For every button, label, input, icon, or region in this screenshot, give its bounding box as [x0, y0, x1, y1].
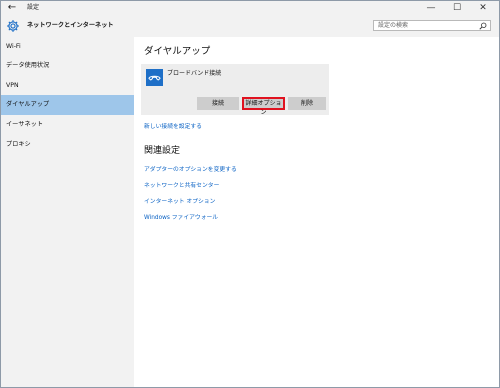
sidebar-item-wifi[interactable]: Wi-Fi	[1, 37, 134, 57]
search-placeholder: 設定の検索	[378, 22, 409, 29]
sidebar: Wi-Fi データ使用状況 VPN ダイヤルアップ イーサネット プロキシ	[1, 37, 134, 387]
back-button[interactable]: ←	[5, 2, 19, 14]
sidebar-item-proxy[interactable]: プロキシ	[1, 135, 134, 155]
settings-window: ← 設定 — ☐ ✕ ネットワークとインターネット 設定の検索 Wi-Fi デー…	[0, 0, 500, 388]
sidebar-item-ethernet[interactable]: イーサネット	[1, 115, 134, 135]
title-bar: ← 設定 — ☐ ✕	[1, 1, 499, 15]
close-button[interactable]: ✕	[471, 1, 495, 15]
page-title: ダイヤルアップ	[144, 46, 211, 57]
connection-name: ブロードバンド接続	[167, 70, 222, 77]
connection-card[interactable]: ブロードバンド接続 接続 詳細オプション 削除	[141, 64, 329, 116]
dialup-connection-icon	[146, 69, 163, 86]
sidebar-item-vpn[interactable]: VPN	[1, 76, 134, 96]
app-title: 設定	[27, 4, 40, 11]
header: ネットワークとインターネット 設定の検索	[1, 15, 499, 37]
section-title: ネットワークとインターネット	[27, 22, 114, 29]
new-connection-link[interactable]: 新しい接続を設定する	[144, 123, 202, 131]
sidebar-item-data-usage[interactable]: データ使用状況	[1, 56, 134, 76]
maximize-button[interactable]: ☐	[445, 1, 469, 15]
main-content: ダイヤルアップ ブロードバンド接続 接続 詳細オプション 削除 新しい接続を設定…	[134, 37, 499, 387]
connect-button[interactable]: 接続	[197, 97, 239, 110]
advanced-options-button[interactable]: 詳細オプション	[242, 97, 285, 116]
delete-button[interactable]: 削除	[288, 97, 326, 110]
minimize-button[interactable]: —	[419, 1, 443, 15]
related-link-windows-firewall[interactable]: Windows ファイアウォール	[144, 214, 218, 222]
related-settings-title: 関連設定	[144, 146, 181, 156]
sidebar-item-dialup[interactable]: ダイヤルアップ	[1, 95, 134, 115]
related-link-adapter-options[interactable]: アダプターのオプションを変更する	[144, 166, 237, 174]
related-link-network-sharing-center[interactable]: ネットワークと共有センター	[144, 182, 219, 190]
search-icon[interactable]	[479, 22, 487, 30]
search-input[interactable]: 設定の検索	[373, 20, 491, 31]
related-link-internet-options[interactable]: インターネット オプション	[144, 198, 215, 206]
gear-icon	[7, 20, 19, 32]
